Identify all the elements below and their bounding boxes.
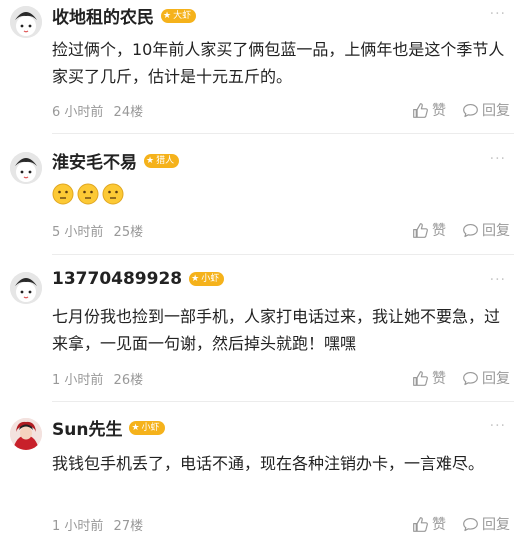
reply-label: 回复 xyxy=(482,517,510,533)
thumbs-up-icon xyxy=(413,222,428,238)
star-icon: ★ xyxy=(191,274,200,284)
comment-item: Sun先生 ★ 小虾 ··· 我钱包手机丢了，电话不通，现在各种注销办卡，一言难… xyxy=(0,402,524,548)
author-row: 13770489928 ★ 小虾 xyxy=(52,269,225,289)
chat-bubble-icon xyxy=(463,223,478,237)
author-name[interactable]: Sun先生 xyxy=(52,415,122,440)
more-options-icon[interactable]: ··· xyxy=(490,6,506,22)
timestamp: 6 小时前 xyxy=(52,105,104,120)
author-row: 收地租的农民 ★ 大虾 xyxy=(52,3,197,28)
emoji-row xyxy=(52,183,127,205)
level-badge: ★ 猎人 xyxy=(144,153,180,168)
reply-button[interactable]: 回复 xyxy=(462,514,510,534)
comment-item: 13770489928 ★ 小虾 ··· 七月份我也捡到一部手机，人家打电话过来… xyxy=(0,255,524,402)
author-name[interactable]: 淮安毛不易 xyxy=(52,148,137,173)
like-label: 赞 xyxy=(432,371,446,387)
thinking-face-icon xyxy=(102,183,124,205)
more-options-icon[interactable]: ··· xyxy=(490,418,506,434)
comment-actions: 赞 回复 xyxy=(396,514,510,534)
comment-meta: 5 小时前 25楼 xyxy=(52,221,143,240)
badge-label: 小虾 xyxy=(201,274,220,284)
chat-bubble-icon xyxy=(463,103,478,117)
more-options-icon[interactable]: ··· xyxy=(490,151,506,167)
reply-button[interactable]: 回复 xyxy=(462,220,510,240)
avatar[interactable] xyxy=(10,272,42,304)
reply-label: 回复 xyxy=(482,103,510,119)
level-badge: ★ 大虾 xyxy=(161,8,197,23)
like-label: 赞 xyxy=(432,103,446,119)
comment-actions: 赞 回复 xyxy=(396,368,510,388)
floor-number: 25楼 xyxy=(113,225,144,240)
more-options-icon[interactable]: ··· xyxy=(490,272,506,288)
badge-label: 猎人 xyxy=(156,155,175,166)
chat-bubble-icon xyxy=(463,371,478,385)
comment-item: 收地租的农民 ★ 大虾 ··· 捡过俩个，10年前人家买了俩包蓝一品，上俩年也是… xyxy=(0,0,524,134)
comment-meta: 1 小时前 27楼 xyxy=(52,515,143,534)
like-button[interactable]: 赞 xyxy=(412,514,446,534)
star-icon: ★ xyxy=(163,10,172,21)
like-label: 赞 xyxy=(432,517,446,533)
comment-item: 淮安毛不易 ★ 猎人 ··· 5 小时前 25楼 赞 回复 xyxy=(0,134,524,255)
comment-text: 七月份我也捡到一部手机，人家打电话过来，我让她不要急，过来拿，一见面一句谢，然后… xyxy=(52,307,501,353)
reply-label: 回复 xyxy=(482,223,510,239)
level-badge: ★ 小虾 xyxy=(129,420,165,435)
avatar[interactable] xyxy=(10,152,42,184)
timestamp: 1 小时前 xyxy=(52,373,104,388)
comment-text: 捡过俩个，10年前人家买了俩包蓝一品，上俩年也是这个季节人家买了几斤，估计是十元… xyxy=(52,40,505,86)
reply-button[interactable]: 回复 xyxy=(462,100,510,120)
thumbs-up-icon xyxy=(413,516,428,532)
timestamp: 5 小时前 xyxy=(52,225,104,240)
author-row: Sun先生 ★ 小虾 xyxy=(52,415,165,440)
badge-label: 小虾 xyxy=(141,422,160,433)
reply-label: 回复 xyxy=(482,371,510,387)
timestamp: 1 小时前 xyxy=(52,519,104,534)
like-button[interactable]: 赞 xyxy=(412,100,446,120)
reply-button[interactable]: 回复 xyxy=(462,368,510,388)
floor-number: 26楼 xyxy=(113,373,144,388)
chat-bubble-icon xyxy=(463,517,478,531)
star-icon: ★ xyxy=(146,155,155,166)
star-icon: ★ xyxy=(131,422,140,433)
comment-actions: 赞 回复 xyxy=(396,100,510,120)
thinking-face-icon xyxy=(52,183,74,205)
avatar[interactable] xyxy=(10,418,42,450)
like-button[interactable]: 赞 xyxy=(412,220,446,240)
author-row: 淮安毛不易 ★ 猎人 xyxy=(52,148,180,173)
like-label: 赞 xyxy=(432,223,446,239)
thumbs-up-icon xyxy=(413,370,428,386)
like-button[interactable]: 赞 xyxy=(412,368,446,388)
comment-actions: 赞 回复 xyxy=(396,220,510,240)
floor-number: 24楼 xyxy=(113,105,144,120)
comment-meta: 1 小时前 26楼 xyxy=(52,369,143,388)
badge-label: 大虾 xyxy=(173,10,192,21)
avatar[interactable] xyxy=(10,6,42,38)
floor-number: 27楼 xyxy=(113,519,144,534)
author-name[interactable]: 13770489928 xyxy=(52,269,182,289)
thinking-face-icon xyxy=(77,183,99,205)
author-name[interactable]: 收地租的农民 xyxy=(52,3,154,28)
thumbs-up-icon xyxy=(413,102,428,118)
comment-meta: 6 小时前 24楼 xyxy=(52,101,143,120)
comment-text: 我钱包手机丢了，电话不通，现在各种注销办卡，一言难尽。 xyxy=(52,454,485,473)
level-badge: ★ 小虾 xyxy=(189,272,225,286)
